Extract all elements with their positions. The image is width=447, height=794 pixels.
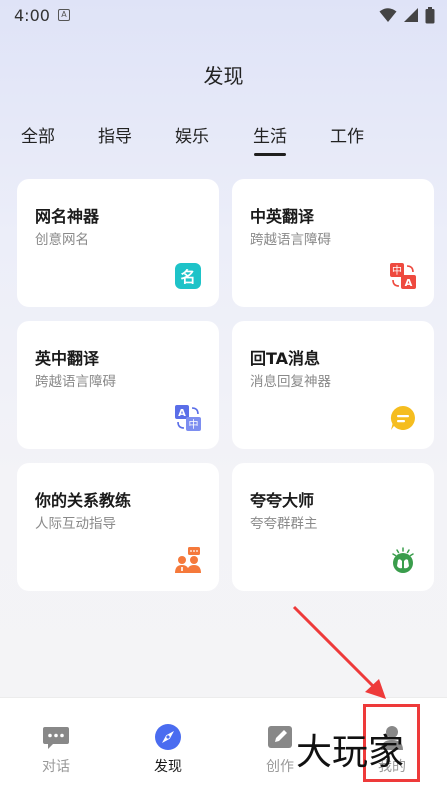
card-en-cn-translate[interactable]: 英中翻译 跨越语言障碍 A 中 <box>17 321 219 449</box>
card-praise-master[interactable]: 夸夸大师 夸夸群群主 <box>232 463 434 591</box>
reply-bubble-icon <box>390 405 416 431</box>
nav-label: 对话 <box>42 759 70 775</box>
card-relationship-coach[interactable]: 你的关系教练 人际互动指导 <box>17 463 219 591</box>
nav-label: 发现 <box>154 759 182 775</box>
compass-icon <box>154 723 182 751</box>
card-nickname-generator[interactable]: 网名神器 创意网名 名 <box>17 179 219 307</box>
nav-item-chat[interactable]: 对话 <box>0 698 112 794</box>
card-title: 网名神器 <box>35 207 100 226</box>
wifi-icon <box>379 8 397 22</box>
translate-glyph-b: A <box>405 278 413 289</box>
page-title: 发现 <box>203 64 244 88</box>
name-badge-icon: 名 <box>175 263 201 289</box>
status-bar: 4:00 A <box>0 0 447 32</box>
tab-guidance[interactable]: 指导 <box>98 122 132 147</box>
translate-en-cn-icon: A 中 <box>175 405 201 431</box>
card-subtitle: 夸夸群群主 <box>250 516 318 532</box>
card-subtitle: 创意网名 <box>35 232 89 248</box>
card-title: 回TA消息 <box>250 349 321 368</box>
card-subtitle: 跨越语言障碍 <box>250 232 331 248</box>
card-subtitle: 跨越语言障碍 <box>35 374 116 390</box>
card-title: 中英翻译 <box>250 207 315 226</box>
tab-life[interactable]: 生活 <box>253 122 287 147</box>
tab-all[interactable]: 全部 <box>21 122 55 147</box>
tab-entertainment[interactable]: 娱乐 <box>175 122 209 147</box>
card-reply-message[interactable]: 回TA消息 消息回复神器 <box>232 321 434 449</box>
card-cn-en-translate[interactable]: 中英翻译 跨越语言障碍 中 A <box>232 179 434 307</box>
status-time: 4:00 <box>14 6 50 25</box>
translate-glyph-a: A <box>178 408 186 419</box>
active-tab-indicator <box>254 153 286 156</box>
watermark: 大玩家 <box>296 732 405 773</box>
translate-glyph-b: 中 <box>189 418 199 431</box>
card-subtitle: 人际互动指导 <box>35 516 116 532</box>
name-badge-glyph: 名 <box>180 268 195 286</box>
category-tabs: 全部 指导 娱乐 生活 工作 <box>0 122 447 162</box>
notification-icon: A <box>58 9 70 21</box>
card-title: 夸夸大师 <box>250 491 315 510</box>
pen-icon <box>266 723 294 751</box>
tab-work[interactable]: 工作 <box>330 122 364 147</box>
translate-glyph-a: 中 <box>392 264 402 277</box>
nav-item-discover[interactable]: 发现 <box>112 698 224 794</box>
applause-icon <box>390 547 416 573</box>
signal-icon <box>404 8 418 22</box>
status-icons <box>379 6 435 24</box>
chat-icon <box>42 723 70 751</box>
card-title: 你的关系教练 <box>35 491 132 510</box>
people-coach-icon <box>175 547 201 573</box>
card-title: 英中翻译 <box>35 349 100 368</box>
battery-icon <box>425 6 435 23</box>
translate-cn-en-icon: 中 A <box>390 263 416 289</box>
card-subtitle: 消息回复神器 <box>250 374 331 390</box>
